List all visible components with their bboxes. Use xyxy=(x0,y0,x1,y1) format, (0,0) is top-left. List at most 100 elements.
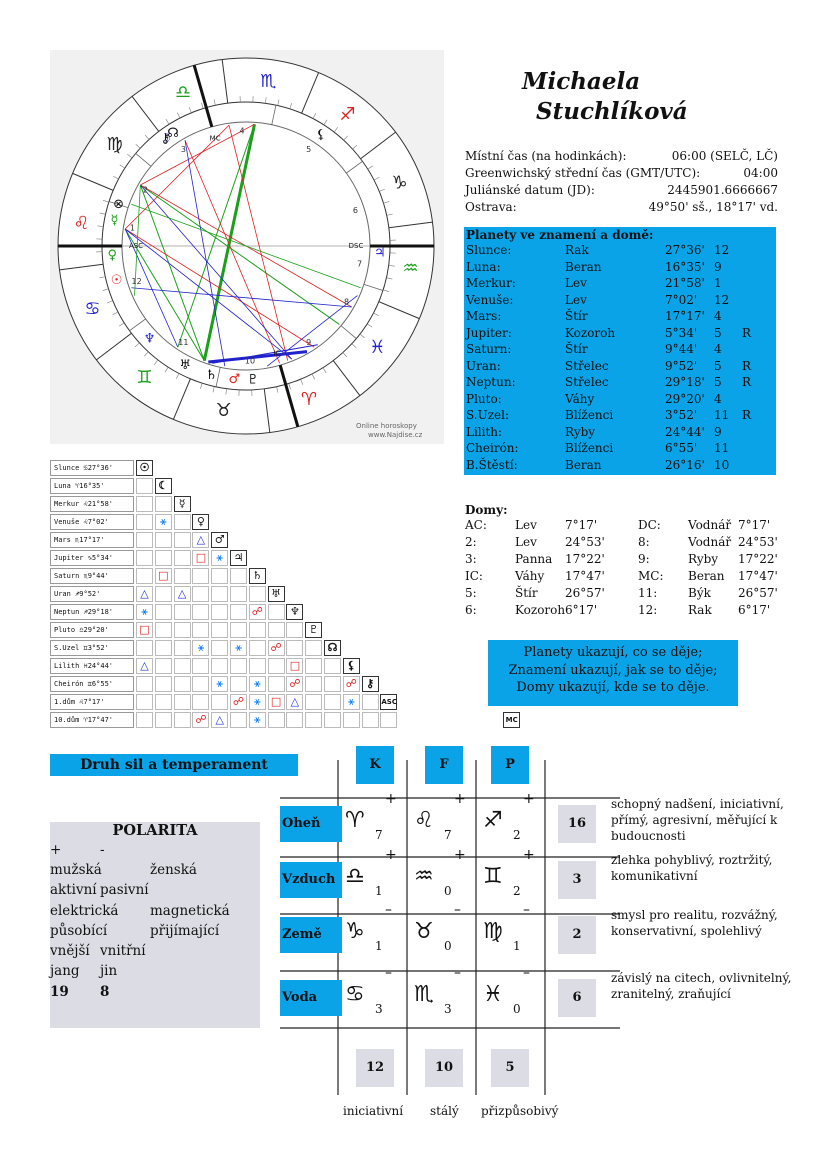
info-place: Ostrava: 49°50' sš., 18°17' vd. xyxy=(465,200,778,214)
aspect-cell xyxy=(173,694,191,710)
planet-glyph-icon: ♃ xyxy=(374,246,386,261)
aspect-cell xyxy=(230,604,247,620)
planet-sign: Blíženci xyxy=(565,408,614,422)
aspect-cell xyxy=(380,712,398,728)
aspect-cell xyxy=(154,694,172,710)
aspect-cell xyxy=(154,532,172,548)
element-sign-polarity: – xyxy=(385,902,392,918)
aspect-diag-symbol: ☾ xyxy=(154,478,172,494)
planet-house: 5 xyxy=(714,375,722,389)
zodiac-sign-icon: ♒ xyxy=(414,864,434,889)
house-sign: Váhy xyxy=(515,569,545,583)
zodiac-sign-icon: ♊ xyxy=(483,864,503,889)
aspect-diag-symbol: ♂ xyxy=(211,532,229,548)
aspect-cell: □ xyxy=(286,658,304,674)
house-number: 3 xyxy=(181,145,186,154)
aspect-grid: Slunce ♋27°36' ☉ Luna ♈16°35' ☾ Merkur ♌21°5… xyxy=(50,460,521,733)
house-sign: Štír xyxy=(515,586,538,600)
planet-glyph-icon: ⚸ xyxy=(316,127,326,142)
aspect-cell xyxy=(305,658,323,674)
aspect-cell: ⚹ xyxy=(248,694,266,710)
house-sign: Lev xyxy=(515,518,537,532)
planet-name: Uran: xyxy=(466,358,501,373)
planet-r: R xyxy=(742,358,752,373)
aspect-cell: □ xyxy=(136,622,153,638)
aspect-cell xyxy=(230,586,247,602)
planet-name: Pluto: xyxy=(466,391,502,406)
aspect-cell xyxy=(173,568,191,584)
zodiac-sign-icon: ♑ xyxy=(392,173,408,194)
zodiac-sign-icon: ♎ xyxy=(175,82,191,103)
aspect-cell: △ xyxy=(136,658,153,674)
planet-row: Merkur: Lev 21°58' 1 xyxy=(464,276,776,292)
element-count: 1 xyxy=(513,939,521,953)
planet-name: Cheirón: xyxy=(466,441,519,455)
aspect-cell xyxy=(361,712,379,728)
aspect-row-label: Saturn ♏9°44' xyxy=(50,568,134,584)
polarity-plus: + xyxy=(50,842,62,858)
element-description: smysl pro realitu, rozvážný, konservativ… xyxy=(611,908,778,938)
planet-name: Luna: xyxy=(466,259,501,274)
polarity-item: vnější xyxy=(50,943,90,959)
planet-name: Mars: xyxy=(466,309,502,323)
aspect-cell xyxy=(286,622,304,638)
aspect-cell xyxy=(154,676,172,692)
house-deg: 6°17' xyxy=(738,603,771,617)
zodiac-sign-icon: ♑ xyxy=(345,919,365,944)
zodiac-sign-icon: ♓ xyxy=(483,982,503,1007)
house-h: AC: xyxy=(465,518,487,532)
zodiac-sign-icon: ♋ xyxy=(345,982,365,1007)
aspect-diag-symbol: ⚸ xyxy=(342,658,360,674)
aspect-row-label: Neptun ♐29°18' xyxy=(50,604,134,620)
element-total: 3 xyxy=(558,861,596,899)
aspect-cell xyxy=(136,640,153,656)
planet-glyph-icon: ♅ xyxy=(179,358,191,373)
aspect-cell xyxy=(324,694,341,710)
planet-deg: 6°55' xyxy=(665,441,698,455)
planet-deg: 16°35' xyxy=(665,259,705,274)
aspect-diag-symbol: ♄ xyxy=(248,568,266,584)
planet-name: Saturn: xyxy=(466,342,512,356)
aspect-cell: ☍ xyxy=(286,676,304,692)
polarity-plus-total: 19 xyxy=(50,984,69,1000)
planet-house: 4 xyxy=(714,391,722,406)
aspect-cell xyxy=(211,586,229,602)
aspect-cell: ☍ xyxy=(248,604,266,620)
aspect-cell xyxy=(136,514,153,530)
element-row-head: Vzduch xyxy=(280,862,342,898)
polarity-item: vnitřní xyxy=(100,943,146,959)
aspect-cell xyxy=(136,496,153,512)
planet-house: 11 xyxy=(714,408,730,422)
house-deg: 26°57' xyxy=(738,586,778,600)
planet-r: R xyxy=(742,325,752,340)
house-sign: Beran xyxy=(688,569,725,583)
aspect-cell: ⚹ xyxy=(248,676,266,692)
aspect-cell xyxy=(305,694,323,710)
planet-deg: 29°18' xyxy=(665,375,705,389)
zodiac-sign-icon: ♈ xyxy=(301,389,317,410)
element-count: 2 xyxy=(513,884,521,898)
planet-glyph-icon: ⚷ xyxy=(161,131,171,146)
element-total: 2 xyxy=(558,916,596,954)
polarity-item: elektrická xyxy=(50,903,119,919)
aspect-cell: ⚹ xyxy=(136,604,153,620)
house-deg: 17°47' xyxy=(738,569,778,583)
aspect-cell xyxy=(211,694,229,710)
zodiac-sign-icon: ♍ xyxy=(107,134,123,155)
aspect-cell xyxy=(230,676,247,692)
aspect-cell xyxy=(136,550,153,566)
aspect-cell: ⚹ xyxy=(211,550,229,566)
aspect-row-label: Mars ♏17°17' xyxy=(50,532,134,548)
house-number: 4 xyxy=(239,127,244,136)
house-deg: 26°57' xyxy=(565,586,605,600)
house-number: 10 xyxy=(245,356,255,365)
polarity-item: přijímající xyxy=(150,923,220,939)
house-deg: 24°53' xyxy=(738,535,778,549)
aspect-diag-symbol: ♀ xyxy=(192,514,210,530)
planet-row: Slunce: Rak 27°36' 12 xyxy=(464,243,776,259)
planet-sign: Kozoroh xyxy=(565,325,616,340)
aspect-cell: ☍ xyxy=(342,676,360,692)
aspect-cell: ⚹ xyxy=(230,640,247,656)
house-number: 1 xyxy=(130,224,135,233)
zodiac-sign-icon: ♌ xyxy=(73,213,89,234)
